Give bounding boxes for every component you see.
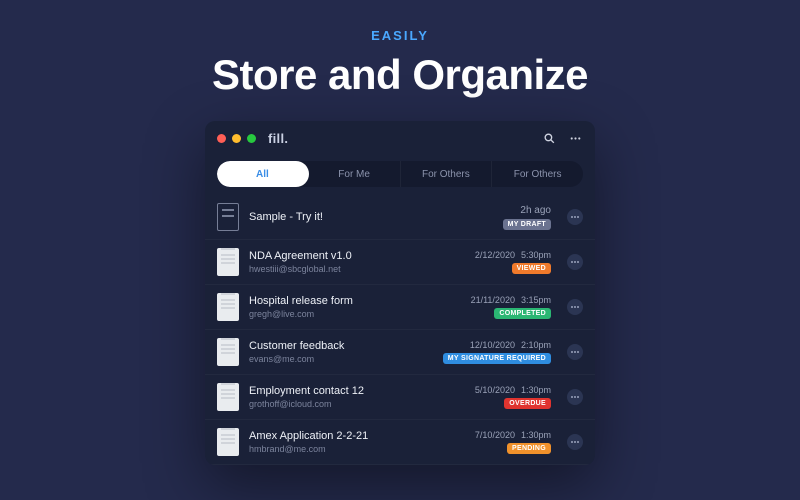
document-title: Amex Application 2-2-21 xyxy=(249,430,465,442)
row-more-icon[interactable] xyxy=(567,254,583,270)
row-more-icon[interactable] xyxy=(567,344,583,360)
document-icon xyxy=(217,338,239,366)
tab-for-others-2[interactable]: For Others xyxy=(401,161,493,187)
row-more-icon[interactable] xyxy=(567,389,583,405)
row-main: Sample - Try it! xyxy=(249,211,493,223)
row-main: Amex Application 2-2-21 hmbrand@me.com xyxy=(249,430,465,454)
document-owner: gregh@live.com xyxy=(249,309,461,319)
status-badge: MY DRAFT xyxy=(503,219,551,230)
document-icon xyxy=(217,248,239,276)
row-main: NDA Agreement v1.0 hwestiii@sbcglobal.net xyxy=(249,250,465,274)
app-window: fill. AllFor MeFor OthersFor Others Samp… xyxy=(205,121,595,465)
document-title: NDA Agreement v1.0 xyxy=(249,250,465,262)
document-title: Employment contact 12 xyxy=(249,385,465,397)
date-text: 5/10/2020 xyxy=(475,385,515,395)
date-text: 12/10/2020 xyxy=(470,340,515,350)
document-outline-icon xyxy=(217,203,239,231)
list-item[interactable]: Employment contact 12 grothoff@icloud.com… xyxy=(205,375,595,420)
row-meta: 21/11/2020 3:15pm COMPLETED xyxy=(471,295,551,319)
filter-tabs: AllFor MeFor OthersFor Others xyxy=(217,161,583,187)
minimize-dot[interactable] xyxy=(232,134,241,143)
row-meta: 7/10/2020 1:30pm PENDING xyxy=(475,430,551,454)
status-badge: MY SIGNATURE REQUIRED xyxy=(443,353,551,364)
time-text: 1:30pm xyxy=(521,430,551,440)
document-icon xyxy=(217,293,239,321)
row-main: Hospital release form gregh@live.com xyxy=(249,295,461,319)
titlebar: fill. xyxy=(205,121,595,155)
tab-all-0[interactable]: All xyxy=(217,161,309,187)
row-meta: 2h ago MY DRAFT xyxy=(503,205,551,230)
time-text: 1:30pm xyxy=(521,385,551,395)
status-badge: OVERDUE xyxy=(504,398,551,409)
row-more-icon[interactable] xyxy=(567,434,583,450)
row-meta: 5/10/2020 1:30pm OVERDUE xyxy=(475,385,551,409)
row-main: Customer feedback evans@me.com xyxy=(249,340,433,364)
relative-time: 2h ago xyxy=(520,205,551,216)
row-more-icon[interactable] xyxy=(567,299,583,315)
date-text: 7/10/2020 xyxy=(475,430,515,440)
time-text: 2:10pm xyxy=(521,340,551,350)
list-item[interactable]: Hospital release form gregh@live.com 21/11… xyxy=(205,285,595,330)
date-text: 2/12/2020 xyxy=(475,250,515,260)
search-icon[interactable] xyxy=(541,130,557,146)
row-more-icon[interactable] xyxy=(567,209,583,225)
document-title: Customer feedback xyxy=(249,340,433,352)
brand-logo: fill. xyxy=(268,131,328,146)
status-badge: COMPLETED xyxy=(494,308,551,319)
time-text: 5:30pm xyxy=(521,250,551,260)
row-main: Employment contact 12 grothoff@icloud.com xyxy=(249,385,465,409)
traffic-lights xyxy=(217,134,256,143)
document-icon xyxy=(217,428,239,456)
time-text: 3:15pm xyxy=(521,295,551,305)
close-dot[interactable] xyxy=(217,134,226,143)
list-item[interactable]: NDA Agreement v1.0 hwestiii@sbcglobal.net… xyxy=(205,240,595,285)
document-list: Sample - Try it! 2h ago MY DRAFT NDA Agreem… xyxy=(205,195,595,465)
document-owner: hmbrand@me.com xyxy=(249,444,465,454)
more-icon[interactable] xyxy=(567,130,583,146)
row-meta: 12/10/2020 2:10pm MY SIGNATURE REQUIRED xyxy=(443,340,551,364)
list-item[interactable]: Amex Application 2-2-21 hmbrand@me.com 7/1… xyxy=(205,420,595,465)
document-icon xyxy=(217,383,239,411)
document-title: Sample - Try it! xyxy=(249,211,493,223)
zoom-dot[interactable] xyxy=(247,134,256,143)
list-item[interactable]: Customer feedback evans@me.com 12/10/2020 2… xyxy=(205,330,595,375)
status-badge: PENDING xyxy=(507,443,551,454)
document-owner: grothoff@icloud.com xyxy=(249,399,465,409)
status-badge: VIEWED xyxy=(512,263,551,274)
date-text: 21/11/2020 xyxy=(471,295,515,305)
hero-eyebrow: EASILY xyxy=(371,28,429,43)
row-meta: 2/12/2020 5:30pm VIEWED xyxy=(475,250,551,274)
document-title: Hospital release form xyxy=(249,295,461,307)
document-owner: hwestiii@sbcglobal.net xyxy=(249,264,465,274)
tab-for-me-1[interactable]: For Me xyxy=(309,161,401,187)
tab-for-others-3[interactable]: For Others xyxy=(492,161,583,187)
document-owner: evans@me.com xyxy=(249,354,433,364)
hero-title: Store and Organize xyxy=(212,51,588,99)
list-item[interactable]: Sample - Try it! 2h ago MY DRAFT xyxy=(205,195,595,240)
